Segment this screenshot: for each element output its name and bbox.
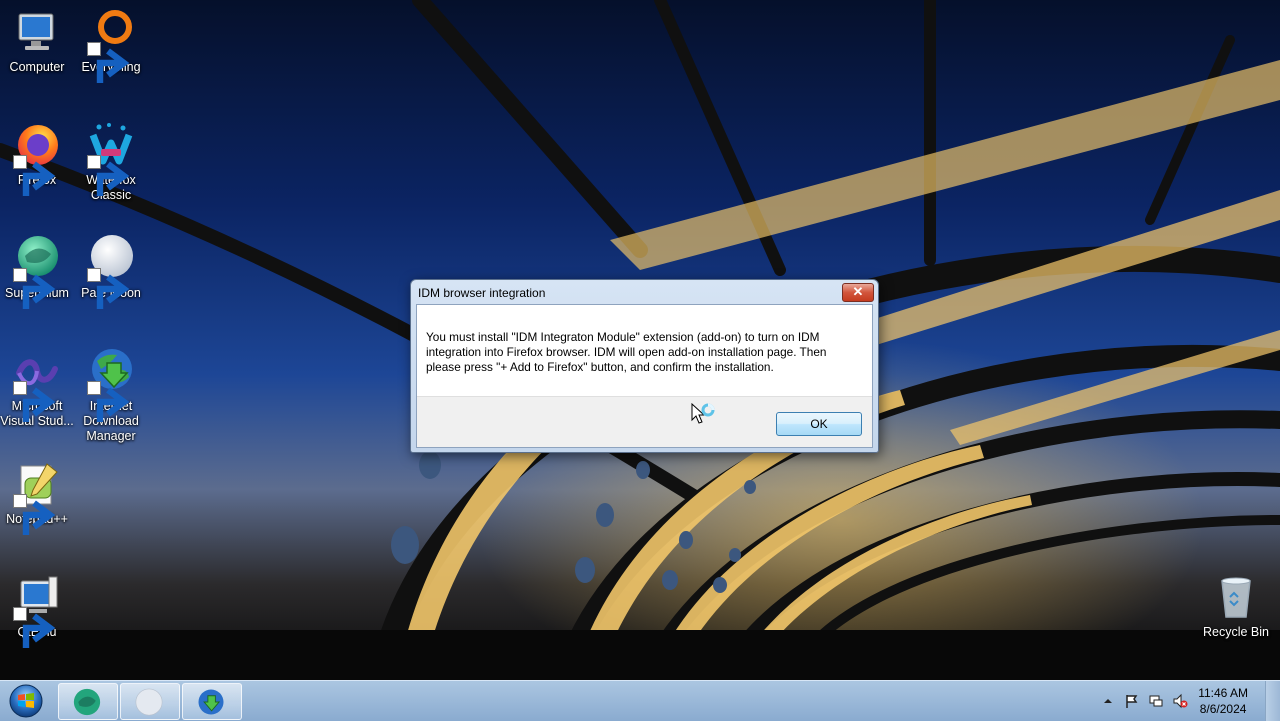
dialog-client-area: You must install "IDM Integraton Module"…: [416, 304, 873, 448]
idm-icon: [198, 689, 224, 715]
pale-moon-icon: [135, 688, 163, 716]
shortcut-arrow-icon: [13, 494, 56, 535]
computer-icon: [18, 13, 54, 50]
dialog-titlebar[interactable]: IDM browser integration ✕: [411, 280, 878, 304]
show-desktop-button[interactable]: [1265, 681, 1280, 721]
action-center-flag-icon[interactable]: [1124, 693, 1140, 709]
ok-button[interactable]: OK: [776, 412, 862, 436]
clock-date: 8/6/2024: [1199, 702, 1247, 716]
taskbar: 11:46 AM 8/6/2024: [0, 680, 1280, 721]
desktop-icon-firefox[interactable]: Firefox: [0, 121, 74, 196]
shortcut-arrow-icon: [87, 155, 130, 196]
dialog-title: IDM browser integration: [418, 286, 546, 300]
volume-muted-icon[interactable]: [1172, 693, 1188, 709]
desktop-icon-pale-moon[interactable]: Pale Moon: [74, 234, 148, 309]
chevron-up-icon[interactable]: [1100, 693, 1116, 709]
dialog-message: You must install "IDM Integraton Module"…: [426, 330, 827, 374]
shortcut-arrow-icon: [87, 268, 130, 309]
idm-integration-dialog: IDM browser integration ✕ You must insta…: [410, 279, 879, 453]
network-icon[interactable]: [1148, 693, 1164, 709]
shortcut-arrow-icon: [13, 607, 56, 648]
windows-start-icon[interactable]: [5, 684, 47, 718]
desktop-icon-computer[interactable]: Computer: [0, 8, 74, 75]
shortcut-arrow-icon: [87, 42, 130, 83]
shortcut-arrow-icon: [13, 155, 56, 196]
shortcut-arrow-icon: [13, 381, 56, 422]
desktop-icon-label: Recycle Bin: [1203, 625, 1269, 639]
system-tray: 11:46 AM 8/6/2024: [1090, 681, 1280, 721]
shortcut-arrow-icon: [87, 381, 130, 422]
clock-time: 11:46 AM: [1198, 686, 1248, 700]
desktop-icon-visual-studio[interactable]: Microsoft Visual Stud...: [0, 347, 74, 429]
taskbar-idm-button[interactable]: [182, 683, 242, 720]
shortcut-arrow-icon: [13, 268, 56, 309]
clock[interactable]: 11:46 AM 8/6/2024: [1198, 685, 1248, 717]
desktop-icon-recycle-bin[interactable]: Recycle Bin: [1199, 573, 1273, 640]
supermium-icon: [73, 688, 101, 716]
dialog-footer: OK: [417, 396, 872, 447]
desktop-icon-waterfox[interactable]: Waterfox Classic: [74, 121, 148, 203]
taskbar-supermium-button[interactable]: [58, 683, 118, 720]
close-button[interactable]: ✕: [842, 283, 874, 302]
desktop-icon-notepadpp[interactable]: Notepad++: [0, 460, 74, 535]
desktop-icon-everything[interactable]: Everything: [74, 8, 148, 83]
busy-cursor-icon: [691, 403, 715, 424]
desktop-icon-label: Computer: [9, 60, 65, 74]
desktop-icon-idm[interactable]: Internet Download Manager: [74, 347, 148, 444]
taskbar-pale-moon-button[interactable]: [120, 683, 180, 720]
desktop-icon-qtemu[interactable]: QtEmu: [0, 573, 74, 648]
desktop-icon-supermium[interactable]: Supermium: [0, 234, 74, 309]
recycle-bin-icon: [1221, 577, 1251, 618]
